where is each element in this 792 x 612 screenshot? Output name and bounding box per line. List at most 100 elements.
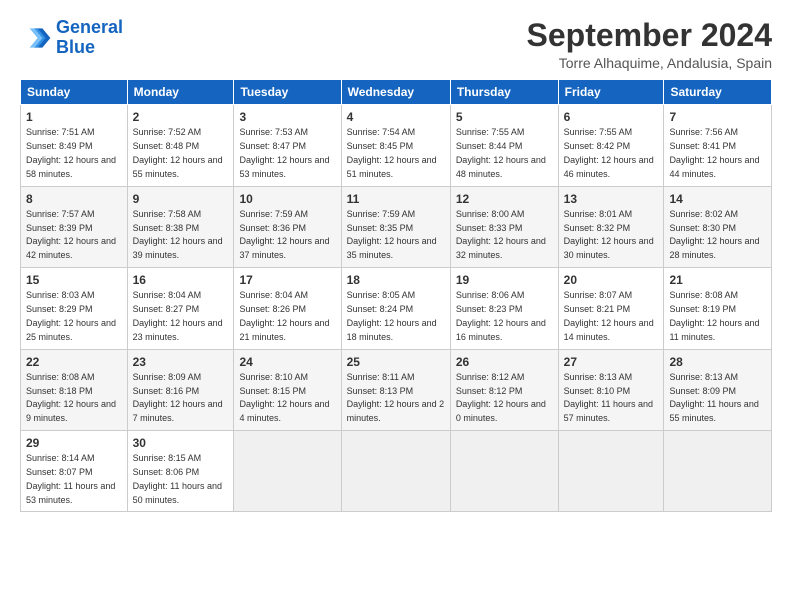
calendar-cell: 6 Sunrise: 7:55 AMSunset: 8:42 PMDayligh… — [558, 105, 664, 186]
calendar-cell: 1 Sunrise: 7:51 AMSunset: 8:49 PMDayligh… — [21, 105, 128, 186]
day-number: 1 — [26, 109, 122, 125]
day-info: Sunrise: 8:15 AMSunset: 8:06 PMDaylight:… — [133, 453, 222, 504]
day-number: 8 — [26, 191, 122, 207]
day-number: 27 — [564, 354, 659, 370]
day-number: 14 — [669, 191, 766, 207]
day-number: 10 — [239, 191, 335, 207]
title-block: September 2024 Torre Alhaquime, Andalusi… — [527, 18, 772, 71]
day-info: Sunrise: 8:13 AMSunset: 8:09 PMDaylight:… — [669, 372, 758, 423]
calendar-cell: 7 Sunrise: 7:56 AMSunset: 8:41 PMDayligh… — [664, 105, 772, 186]
calendar-table: SundayMondayTuesdayWednesdayThursdayFrid… — [20, 79, 772, 512]
day-number: 24 — [239, 354, 335, 370]
day-number: 7 — [669, 109, 766, 125]
calendar-cell: 10 Sunrise: 7:59 AMSunset: 8:36 PMDaylig… — [234, 186, 341, 267]
day-number: 25 — [347, 354, 445, 370]
day-info: Sunrise: 7:59 AMSunset: 8:35 PMDaylight:… — [347, 209, 437, 260]
day-info: Sunrise: 8:03 AMSunset: 8:29 PMDaylight:… — [26, 290, 116, 341]
day-of-week-wednesday: Wednesday — [341, 80, 450, 105]
calendar-cell: 28 Sunrise: 8:13 AMSunset: 8:09 PMDaylig… — [664, 349, 772, 430]
day-number: 30 — [133, 435, 229, 451]
subtitle: Torre Alhaquime, Andalusia, Spain — [527, 55, 772, 71]
calendar-cell: 5 Sunrise: 7:55 AMSunset: 8:44 PMDayligh… — [450, 105, 558, 186]
calendar-cell: 23 Sunrise: 8:09 AMSunset: 8:16 PMDaylig… — [127, 349, 234, 430]
day-info: Sunrise: 8:14 AMSunset: 8:07 PMDaylight:… — [26, 453, 115, 504]
day-of-week-sunday: Sunday — [21, 80, 128, 105]
day-info: Sunrise: 8:06 AMSunset: 8:23 PMDaylight:… — [456, 290, 546, 341]
calendar-cell: 14 Sunrise: 8:02 AMSunset: 8:30 PMDaylig… — [664, 186, 772, 267]
day-number: 19 — [456, 272, 553, 288]
day-number: 13 — [564, 191, 659, 207]
day-info: Sunrise: 7:57 AMSunset: 8:39 PMDaylight:… — [26, 209, 116, 260]
day-info: Sunrise: 7:56 AMSunset: 8:41 PMDaylight:… — [669, 127, 759, 178]
day-info: Sunrise: 8:07 AMSunset: 8:21 PMDaylight:… — [564, 290, 654, 341]
logo-icon — [20, 22, 52, 54]
day-number: 5 — [456, 109, 553, 125]
day-number: 20 — [564, 272, 659, 288]
page: General Blue September 2024 Torre Alhaqu… — [0, 0, 792, 612]
calendar-cell: 19 Sunrise: 8:06 AMSunset: 8:23 PMDaylig… — [450, 268, 558, 349]
calendar-cell: 17 Sunrise: 8:04 AMSunset: 8:26 PMDaylig… — [234, 268, 341, 349]
day-info: Sunrise: 8:13 AMSunset: 8:10 PMDaylight:… — [564, 372, 653, 423]
day-info: Sunrise: 7:51 AMSunset: 8:49 PMDaylight:… — [26, 127, 116, 178]
day-info: Sunrise: 8:08 AMSunset: 8:19 PMDaylight:… — [669, 290, 759, 341]
calendar-cell: 18 Sunrise: 8:05 AMSunset: 8:24 PMDaylig… — [341, 268, 450, 349]
calendar-cell: 8 Sunrise: 7:57 AMSunset: 8:39 PMDayligh… — [21, 186, 128, 267]
calendar-cell: 9 Sunrise: 7:58 AMSunset: 8:38 PMDayligh… — [127, 186, 234, 267]
calendar-week-4: 22 Sunrise: 8:08 AMSunset: 8:18 PMDaylig… — [21, 349, 772, 430]
calendar-cell — [558, 430, 664, 511]
day-number: 16 — [133, 272, 229, 288]
day-number: 9 — [133, 191, 229, 207]
calendar-cell — [664, 430, 772, 511]
logo-text: General Blue — [56, 18, 123, 58]
day-of-week-saturday: Saturday — [664, 80, 772, 105]
calendar-cell: 29 Sunrise: 8:14 AMSunset: 8:07 PMDaylig… — [21, 430, 128, 511]
day-number: 26 — [456, 354, 553, 370]
day-of-week-tuesday: Tuesday — [234, 80, 341, 105]
calendar-week-2: 8 Sunrise: 7:57 AMSunset: 8:39 PMDayligh… — [21, 186, 772, 267]
calendar-week-3: 15 Sunrise: 8:03 AMSunset: 8:29 PMDaylig… — [21, 268, 772, 349]
day-info: Sunrise: 8:05 AMSunset: 8:24 PMDaylight:… — [347, 290, 437, 341]
day-info: Sunrise: 8:11 AMSunset: 8:13 PMDaylight:… — [347, 372, 445, 423]
day-info: Sunrise: 7:54 AMSunset: 8:45 PMDaylight:… — [347, 127, 437, 178]
calendar-header-row: SundayMondayTuesdayWednesdayThursdayFrid… — [21, 80, 772, 105]
calendar-cell: 12 Sunrise: 8:00 AMSunset: 8:33 PMDaylig… — [450, 186, 558, 267]
calendar-cell: 16 Sunrise: 8:04 AMSunset: 8:27 PMDaylig… — [127, 268, 234, 349]
day-info: Sunrise: 8:08 AMSunset: 8:18 PMDaylight:… — [26, 372, 116, 423]
day-info: Sunrise: 8:04 AMSunset: 8:26 PMDaylight:… — [239, 290, 329, 341]
day-number: 11 — [347, 191, 445, 207]
day-of-week-thursday: Thursday — [450, 80, 558, 105]
calendar-cell: 26 Sunrise: 8:12 AMSunset: 8:12 PMDaylig… — [450, 349, 558, 430]
calendar-week-5: 29 Sunrise: 8:14 AMSunset: 8:07 PMDaylig… — [21, 430, 772, 511]
day-number: 18 — [347, 272, 445, 288]
day-info: Sunrise: 7:53 AMSunset: 8:47 PMDaylight:… — [239, 127, 329, 178]
day-info: Sunrise: 7:52 AMSunset: 8:48 PMDaylight:… — [133, 127, 223, 178]
day-info: Sunrise: 7:55 AMSunset: 8:42 PMDaylight:… — [564, 127, 654, 178]
calendar-cell: 20 Sunrise: 8:07 AMSunset: 8:21 PMDaylig… — [558, 268, 664, 349]
day-info: Sunrise: 8:10 AMSunset: 8:15 PMDaylight:… — [239, 372, 329, 423]
day-number: 12 — [456, 191, 553, 207]
day-of-week-friday: Friday — [558, 80, 664, 105]
day-info: Sunrise: 8:09 AMSunset: 8:16 PMDaylight:… — [133, 372, 223, 423]
day-info: Sunrise: 7:58 AMSunset: 8:38 PMDaylight:… — [133, 209, 223, 260]
logo: General Blue — [20, 18, 123, 58]
calendar-cell: 11 Sunrise: 7:59 AMSunset: 8:35 PMDaylig… — [341, 186, 450, 267]
calendar-cell: 2 Sunrise: 7:52 AMSunset: 8:48 PMDayligh… — [127, 105, 234, 186]
day-number: 21 — [669, 272, 766, 288]
calendar-cell: 21 Sunrise: 8:08 AMSunset: 8:19 PMDaylig… — [664, 268, 772, 349]
day-of-week-monday: Monday — [127, 80, 234, 105]
calendar-cell: 30 Sunrise: 8:15 AMSunset: 8:06 PMDaylig… — [127, 430, 234, 511]
day-info: Sunrise: 8:12 AMSunset: 8:12 PMDaylight:… — [456, 372, 546, 423]
day-number: 28 — [669, 354, 766, 370]
day-number: 6 — [564, 109, 659, 125]
day-number: 15 — [26, 272, 122, 288]
day-info: Sunrise: 7:55 AMSunset: 8:44 PMDaylight:… — [456, 127, 546, 178]
calendar-week-1: 1 Sunrise: 7:51 AMSunset: 8:49 PMDayligh… — [21, 105, 772, 186]
calendar-cell — [234, 430, 341, 511]
calendar-cell — [341, 430, 450, 511]
day-number: 17 — [239, 272, 335, 288]
calendar-cell: 4 Sunrise: 7:54 AMSunset: 8:45 PMDayligh… — [341, 105, 450, 186]
day-number: 23 — [133, 354, 229, 370]
header: General Blue September 2024 Torre Alhaqu… — [20, 18, 772, 71]
day-number: 3 — [239, 109, 335, 125]
logo-line1: General — [56, 17, 123, 37]
